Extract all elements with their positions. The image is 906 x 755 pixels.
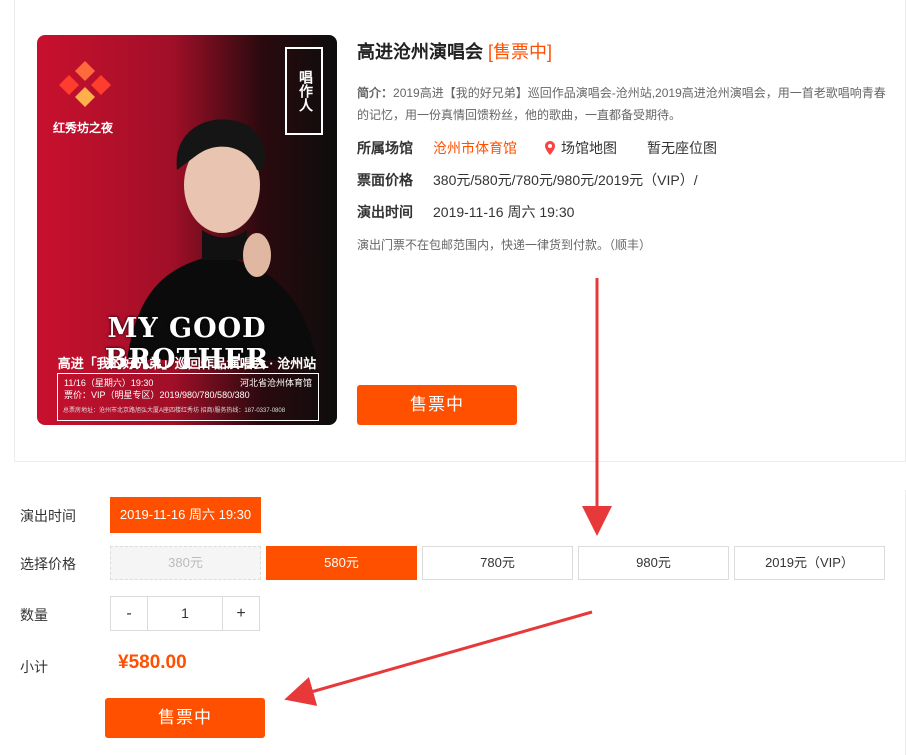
map-pin-icon <box>545 141 555 155</box>
quantity-plus-button[interactable]: + <box>223 597 259 630</box>
buy-button-bottom[interactable]: 售票中 <box>105 698 265 738</box>
quantity-minus-button[interactable]: - <box>111 597 147 630</box>
show-title: 高进沧州演唱会 [售票中] <box>357 38 552 64</box>
option-price-label: 选择价格 <box>20 556 76 572</box>
price-option-580[interactable]: 580元 <box>266 546 417 580</box>
intro-label: 简介： <box>357 86 394 100</box>
price-row: 票面价格 380元/580元/780元/980元/2019元（VIP）/ <box>357 170 698 190</box>
seat-map-text: 暂无座位图 <box>647 140 717 156</box>
delivery-notice: 演出门票不在包邮范围内，快递一律货到付款。（顺丰） <box>357 238 652 252</box>
arrow-left-annotation <box>284 610 593 706</box>
poster-logo-text: 红秀坊之夜 <box>53 121 114 135</box>
subtotal-value: ¥580.00 <box>118 652 187 673</box>
price-option-780[interactable]: 780元 <box>422 546 573 580</box>
price-option-980[interactable]: 980元 <box>578 546 729 580</box>
time-text: 2019-11-16 周六 19:30 <box>433 204 575 220</box>
quantity-stepper: - 1 + <box>110 596 260 631</box>
buy-button-top[interactable]: 售票中 <box>357 385 517 425</box>
show-poster[interactable]: 红秀坊之夜 唱作人 MY GOOD BROTHER 高进「我的好兄弟」巡回作品演… <box>37 35 337 425</box>
red-show-logo-icon <box>59 61 111 107</box>
poster-date: 11/16（星期六）19:30 <box>64 378 154 388</box>
venue-link[interactable]: 沧州市体育馆 <box>433 138 517 158</box>
option-time-selected[interactable]: 2019-11-16 周六 19:30 <box>110 497 261 533</box>
status-badge: [售票中] <box>488 42 553 62</box>
price-option-380[interactable]: 380元 <box>110 546 261 580</box>
price-label: 票面价格 <box>357 172 413 188</box>
venue-map-link[interactable]: 场馆地图 <box>561 138 617 158</box>
poster-price: 票价：VIP（明星专区）2019/980/780/580/380 <box>64 390 250 400</box>
poster-fine-print: 总票房地址：沧州市北京路旭弘大厦A座四楼红秀坊 招商/服务热线：187-0337… <box>63 408 286 414</box>
poster-venue: 河北省沧州体育馆 <box>239 378 312 388</box>
venue-label: 所属场馆 <box>357 140 413 156</box>
quantity-label: 数量 <box>20 607 48 623</box>
show-intro: 简介：2019高进【我的好兄弟】巡回作品演唱会-沧州站,2019高进沧州演唱会，… <box>357 82 897 126</box>
quantity-input[interactable]: 1 <box>147 597 223 630</box>
show-title-text: 高进沧州演唱会 <box>357 42 483 62</box>
price-text: 380元/580元/780元/980元/2019元（VIP）/ <box>433 172 698 188</box>
time-label: 演出时间 <box>357 204 413 220</box>
time-row: 演出时间 2019-11-16 周六 19:30 <box>357 202 574 222</box>
price-option-2019-vip[interactable]: 2019元（VIP） <box>734 546 885 580</box>
venue-row: 所属场馆 沧州市体育馆 场馆地图 暂无座位图 <box>357 138 717 158</box>
option-time-label: 演出时间 <box>20 508 76 524</box>
intro-text: 2019高进【我的好兄弟】巡回作品演唱会-沧州站,2019高进沧州演唱会，用一首… <box>357 86 886 122</box>
poster-subtitle: 高进「我的好兄弟」巡回作品演唱会 · 沧州站 <box>57 356 317 371</box>
subtotal-label: 小计 <box>20 659 48 675</box>
